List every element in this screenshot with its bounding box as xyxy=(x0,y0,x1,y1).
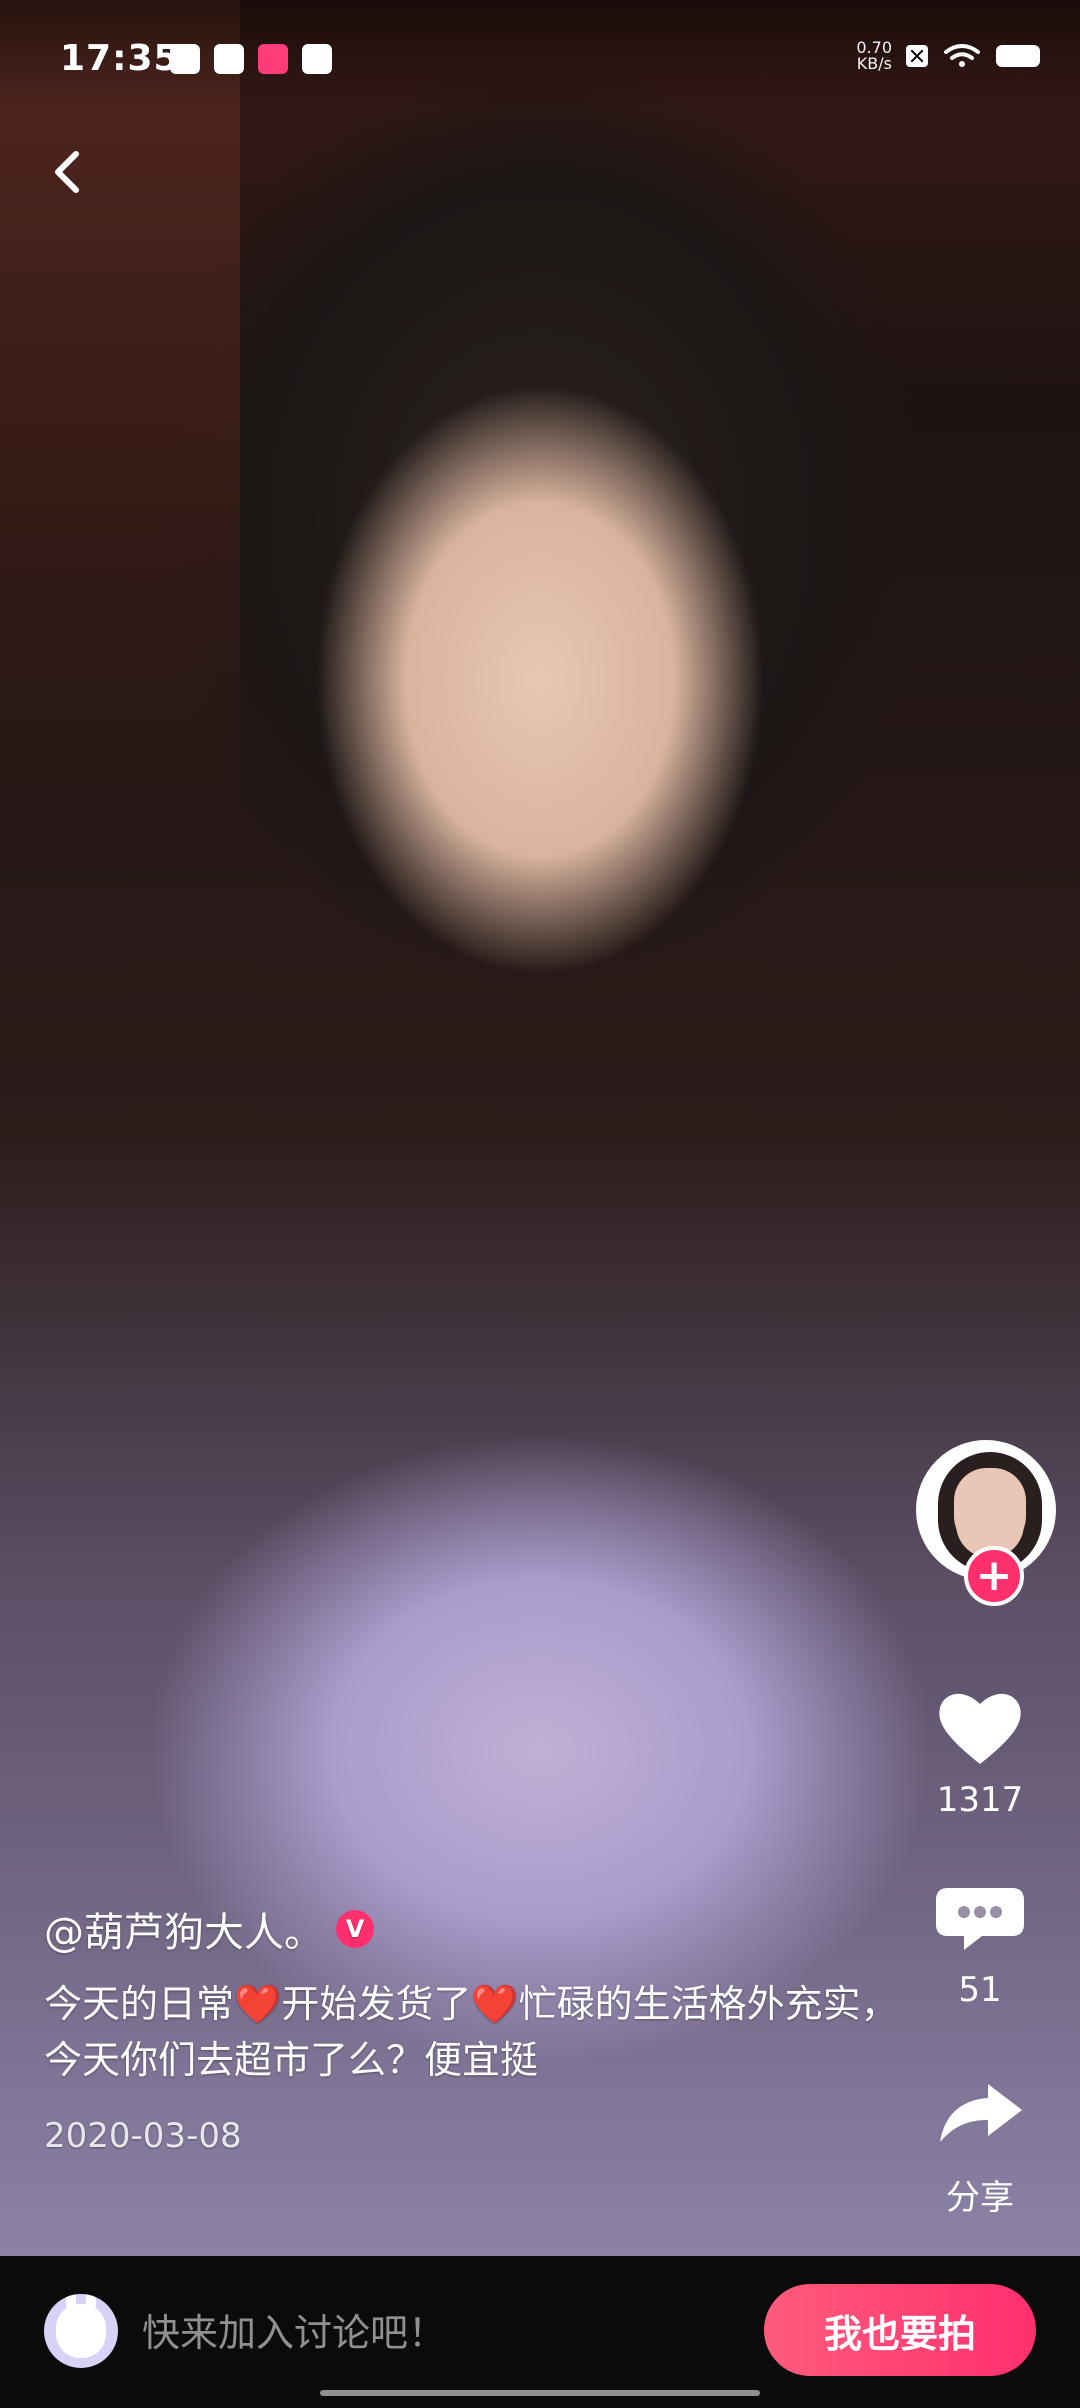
share-icon xyxy=(930,2070,1030,2160)
video-caption: @葫芦狗大人。 V 今天的日常❤️开始发货了❤️忙碌的生活格外充实，今天你们去超… xyxy=(44,1900,904,2156)
shoot-too-button[interactable]: 我也要拍 xyxy=(764,2284,1036,2376)
status-time: 17:35 xyxy=(60,38,180,79)
camera-icon xyxy=(302,44,332,74)
x-icon xyxy=(906,45,928,67)
status-right: 0.70 KB/s xyxy=(856,40,1040,72)
verified-badge-icon: V xyxy=(336,1910,374,1948)
battery-icon xyxy=(996,45,1040,67)
comment-action[interactable]: 51 xyxy=(880,1870,1080,2010)
back-button[interactable] xyxy=(36,140,100,204)
like-action[interactable]: 1317 xyxy=(880,1680,1080,1820)
creator-username[interactable]: @葫芦狗大人。 V xyxy=(44,1900,904,1958)
avatar-face xyxy=(954,1468,1026,1552)
status-bar: 17:35 0.70 KB/s xyxy=(0,0,1080,110)
comment-count: 51 xyxy=(958,1970,1002,2010)
mp-icon xyxy=(258,44,288,74)
comment-input[interactable]: 快来加入讨论吧！ xyxy=(142,2298,702,2368)
heart-icon xyxy=(930,1680,1030,1770)
video-screen: 17:35 0.70 KB/s + 1317 51 分享 @葫芦狗大人。 V 今… xyxy=(0,0,1080,2408)
app-icon xyxy=(170,44,200,74)
home-indicator xyxy=(320,2390,760,2396)
share-action[interactable]: 分享 xyxy=(880,2070,1080,2219)
chevron-left-icon xyxy=(55,151,79,193)
comment-icon xyxy=(930,1870,1030,1960)
user-avatar[interactable] xyxy=(44,2294,118,2368)
share-label: 分享 xyxy=(946,2178,1014,2218)
network-speed: 0.70 KB/s xyxy=(856,38,892,73)
bunny-avatar-icon xyxy=(56,2294,106,2358)
video-description: 今天的日常❤️开始发货了❤️忙碌的生活格外充实，今天你们去超市了么？便宜挺 xyxy=(44,1982,899,2082)
right-action-rail: + 1317 51 分享 xyxy=(880,1440,1080,2218)
follow-button[interactable]: + xyxy=(964,1546,1024,1606)
app-icon xyxy=(214,44,244,74)
status-left-icons xyxy=(170,44,332,74)
wifi-icon xyxy=(942,42,982,70)
like-count: 1317 xyxy=(936,1780,1024,1820)
bottom-bar: 快来加入讨论吧！ 我也要拍 xyxy=(0,2256,1080,2408)
video-date: 2020-03-08 xyxy=(44,2116,242,2156)
